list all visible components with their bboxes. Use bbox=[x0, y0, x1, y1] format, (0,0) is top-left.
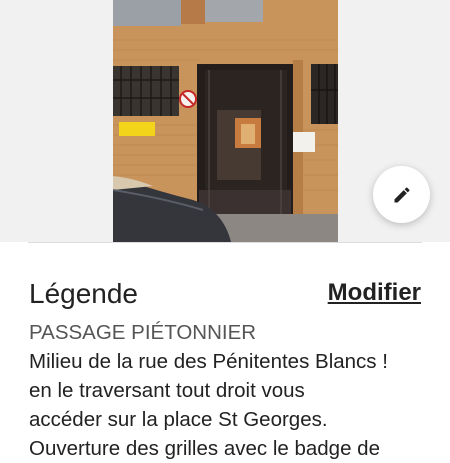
caption-line: en le traversant tout droit vous bbox=[29, 379, 305, 402]
caption-line: PASSAGE PIÉTONNIER bbox=[29, 321, 257, 344]
listing-photo[interactable] bbox=[113, 0, 338, 242]
modify-caption-link[interactable]: Modifier bbox=[328, 278, 421, 308]
passage-photo-image bbox=[113, 0, 338, 242]
section-divider bbox=[28, 242, 422, 243]
caption-title: Légende bbox=[29, 278, 139, 309]
caption-line: accéder sur la place St Georges. bbox=[29, 408, 328, 431]
pencil-icon bbox=[394, 186, 410, 202]
caption-line: Milieu de la rue des Pénitentes Blancs ! bbox=[29, 350, 388, 373]
caption-text: PASSAGE PIÉTONNIER Milieu de la rue des … bbox=[29, 318, 429, 463]
edit-photo-button[interactable] bbox=[373, 166, 430, 223]
caption-line: Ouverture des grilles avec le badge de bbox=[29, 437, 380, 460]
